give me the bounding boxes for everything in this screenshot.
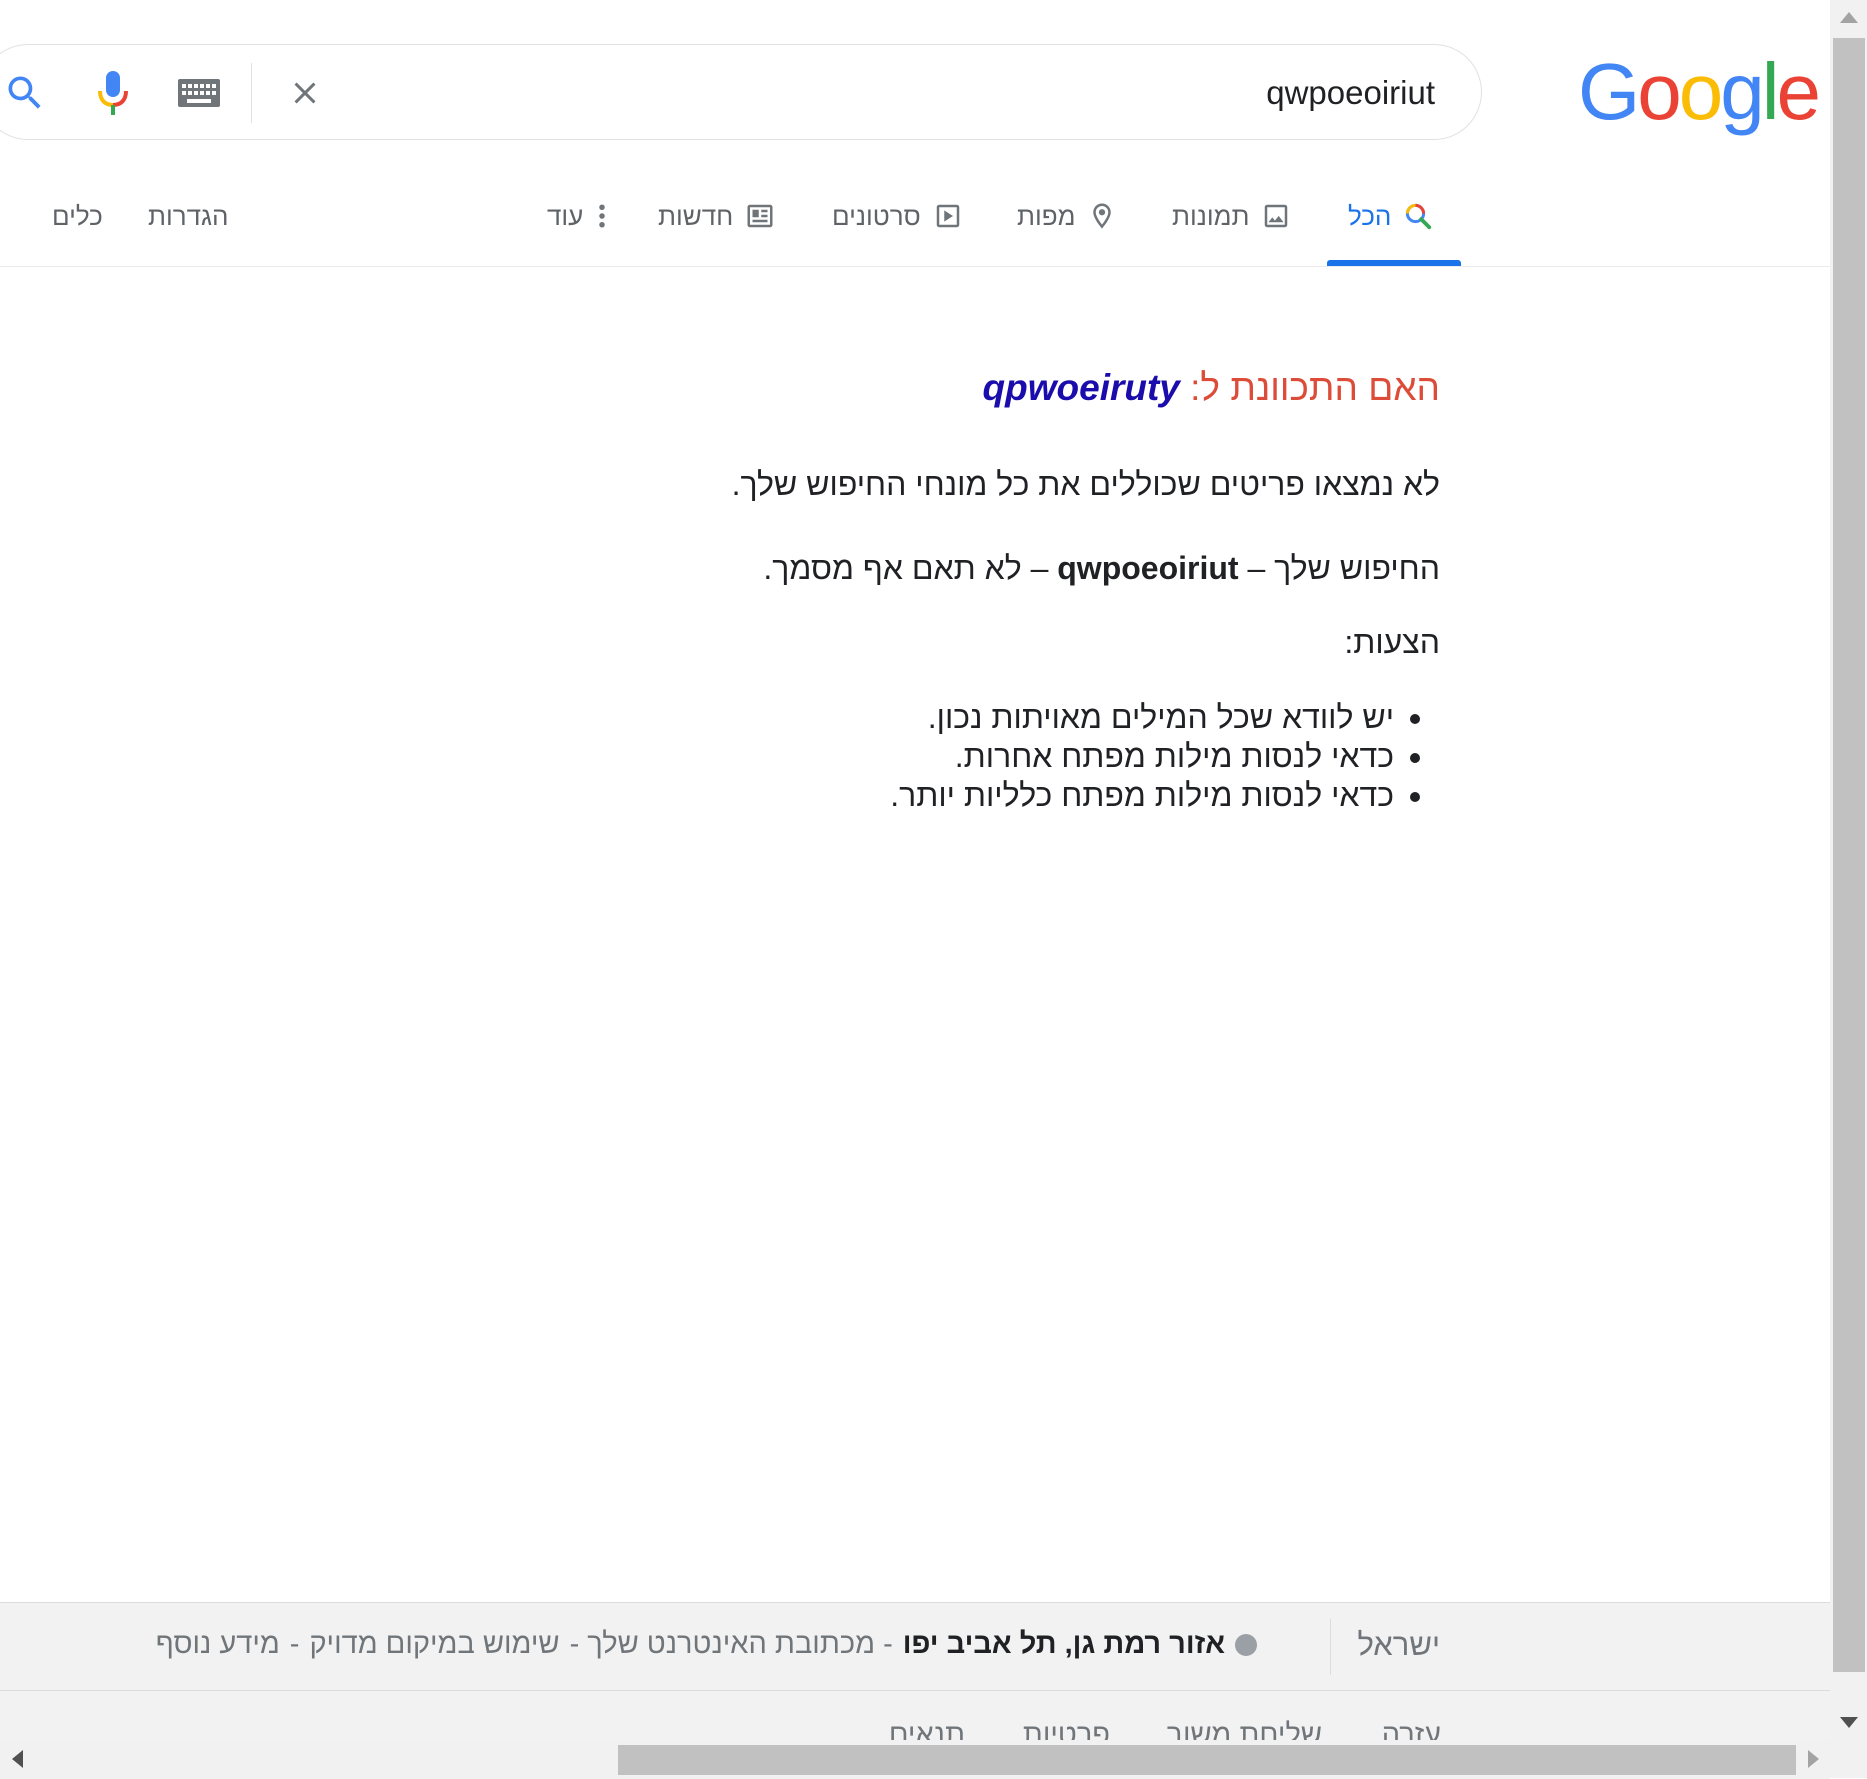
scroll-up-arrow-icon[interactable] (1840, 12, 1858, 23)
did-you-mean-prefix: האם התכוונת ל: (1190, 367, 1440, 408)
logo-letter: G (1578, 47, 1640, 136)
location-source: - מכתובת האינטרנט שלך - (569, 1628, 893, 1660)
tab-videos[interactable]: סרטונים (832, 192, 963, 240)
no-results-message: לא נמצאו פריטים שכוללים את כל מונחי החיפ… (731, 466, 1440, 502)
list-item: יש לוודא שכל המילים מאויתות נכון. (890, 698, 1394, 737)
mic-icon[interactable] (93, 69, 133, 117)
logo-letter: o (1637, 47, 1681, 136)
tab-label: עוד (547, 200, 584, 231)
clear-icon[interactable] (287, 75, 323, 111)
your-search-query: qwpoeoiriut (1057, 550, 1239, 586)
your-search-suffix: – לא תאם אף מסמך. (763, 550, 1049, 586)
location-dot-icon (1235, 1633, 1257, 1656)
list-item: כדאי לנסות מילות מפתח אחרות. (890, 737, 1394, 776)
tab-maps[interactable]: מפות (1017, 192, 1117, 240)
results-area: האם התכוונת ל: qpwoeiruty לא נמצאו פריטי… (440, 360, 1440, 813)
logo-letter: l (1761, 47, 1780, 136)
image-icon (1261, 201, 1291, 231)
tab-label: חדשות (658, 200, 734, 231)
tab-more[interactable]: עוד (547, 192, 609, 240)
footer-divider (1330, 1619, 1331, 1675)
tab-settings[interactable]: הגדרות (148, 192, 229, 240)
footer-location: אזור רמת גן, תל אביב יפו - מכתובת האינטר… (156, 1628, 1257, 1661)
spelling-suggestion-link[interactable]: qpwoeiruty (983, 367, 1180, 408)
multicolor-search-icon (1403, 201, 1433, 231)
logo-letter: g (1720, 47, 1764, 136)
search-box-divider (251, 63, 252, 123)
tab-label: סרטונים (832, 200, 921, 231)
did-you-mean: האם התכוונת ל: qpwoeiruty (440, 360, 1440, 416)
suggestions-list: יש לוודא שכל המילים מאויתות נכון. כדאי ל… (890, 698, 1440, 815)
location-name: אזור רמת גן, תל אביב יפו (902, 1628, 1225, 1660)
tab-label: הכל (1348, 200, 1392, 231)
footer-separator: - (289, 1628, 300, 1660)
footer-location-row: ישראל אזור רמת גן, תל אביב יפו - מכתובת … (0, 1603, 1830, 1691)
map-pin-icon (1087, 199, 1117, 233)
active-tab-indicator (1327, 260, 1461, 266)
tab-images[interactable]: תמונות (1172, 192, 1291, 240)
newspaper-icon (745, 201, 775, 231)
scroll-right-arrow-icon[interactable] (1808, 1750, 1819, 1768)
footer-country: ישראל (1357, 1627, 1440, 1662)
tab-label: תמונות (1172, 200, 1250, 231)
more-vert-icon (595, 201, 609, 231)
horizontal-scrollbar-thumb[interactable] (618, 1745, 1796, 1775)
play-icon (933, 201, 963, 231)
tab-all[interactable]: הכל (1348, 192, 1433, 240)
tab-label: כלים (52, 200, 103, 231)
list-item: כדאי לנסות מילות מפתח כלליות יותר. (890, 776, 1394, 815)
use-precise-location-link[interactable]: שימוש במיקום מדויק (309, 1628, 559, 1661)
tab-news[interactable]: חדשות (658, 192, 775, 240)
search-tabs: הכל תמונות מפות סרטונים חדשות עוד הגדרות… (0, 170, 1830, 267)
keyboard-icon[interactable] (177, 78, 221, 108)
logo-letter: e (1776, 47, 1821, 136)
scroll-down-arrow-icon[interactable] (1840, 1717, 1858, 1728)
search-box (0, 44, 1482, 140)
search-input[interactable] (473, 65, 1437, 121)
tab-label: הגדרות (148, 200, 229, 231)
scroll-left-arrow-icon[interactable] (12, 1750, 23, 1768)
learn-more-link[interactable]: מידע נוסף (156, 1628, 280, 1661)
suggestions-title: הצעות: (1344, 624, 1440, 660)
google-logo[interactable]: Google (1578, 52, 1821, 132)
tab-label: מפות (1017, 200, 1076, 231)
search-icon[interactable] (3, 71, 47, 115)
your-search-prefix: החיפוש שלך – (1247, 550, 1440, 586)
vertical-scrollbar-thumb[interactable] (1833, 38, 1865, 1672)
tab-tools[interactable]: כלים (52, 192, 103, 240)
your-search-message: החיפוש שלך – qwpoeoiriut – לא תאם אף מסמ… (763, 548, 1440, 588)
logo-letter: o (1678, 47, 1723, 136)
